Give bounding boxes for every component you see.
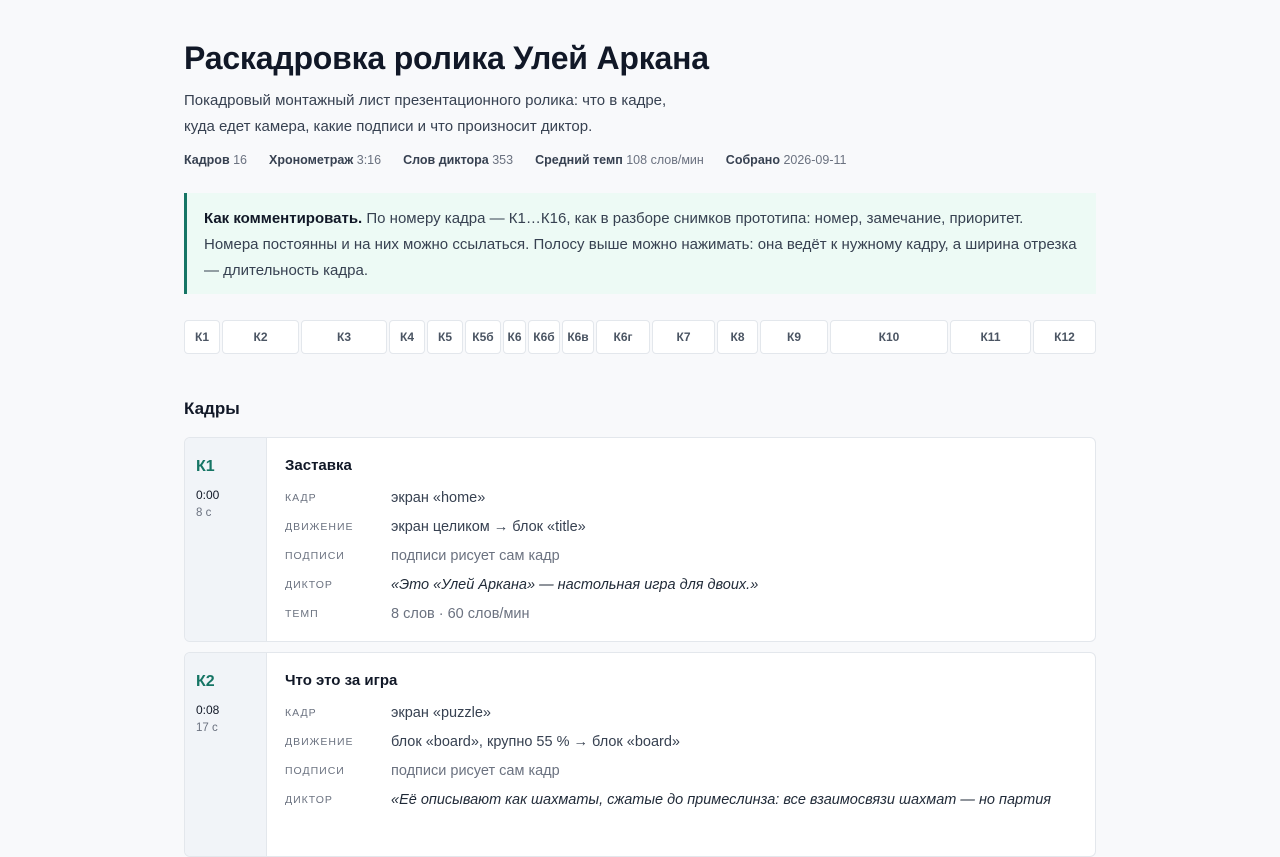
timeline-segment[interactable]: К1: [184, 320, 220, 354]
frame-row-motion: движение блок «board», крупно 55 % → бло…: [285, 727, 1077, 756]
row-label: кадр: [285, 491, 317, 504]
timeline-segment[interactable]: К6б: [528, 320, 560, 354]
row-label: подписи: [285, 764, 345, 777]
frame-start-time: 0:00: [196, 488, 220, 502]
page-subtitle: Покадровый монтажный лист презентационно…: [184, 88, 744, 140]
stat-words: Слов диктора 353: [403, 153, 514, 167]
row-value: экран «puzzle»: [391, 704, 491, 721]
page-title: Раскадровка ролика Улей Аркана: [184, 40, 709, 76]
subtitle-line: Покадровый монтажный лист презентационно…: [184, 92, 667, 109]
frame-card-body: Заставка кадр экран «home» движение экра…: [267, 438, 1095, 641]
row-label: подписи: [285, 549, 345, 562]
row-value: подписи рисует сам кадр: [391, 547, 560, 564]
frame-row-voice: диктор «Это «Улей Аркана» — настольная и…: [285, 570, 1077, 599]
timeline-segment[interactable]: К4: [389, 320, 425, 354]
comment-guide: Как комментировать. По номеру кадра — К1…: [184, 193, 1096, 294]
section-title: Кадры: [184, 399, 240, 418]
frame-card-side: К2 0:08 17 с: [185, 653, 267, 856]
frame-card-body: Что это за игра кадр экран «puzzle» движ…: [267, 653, 1095, 856]
frame-row-pace: темп 8 слов · 60 слов/мин: [285, 599, 1077, 628]
timeline-segment[interactable]: К6: [503, 320, 526, 354]
timeline-segment[interactable]: К5: [427, 320, 463, 354]
timeline-segment[interactable]: К5б: [465, 320, 501, 354]
comment-guide-lead: Как комментировать.: [204, 210, 363, 227]
frame-row-captions: подписи подписи рисует сам кадр: [285, 541, 1077, 570]
frame-id: К2: [196, 673, 215, 690]
subtitle-line: куда едет камера, какие подписи и что пр…: [184, 118, 593, 135]
stat-duration: Хронометраж 3:16: [269, 153, 382, 167]
timeline-segment[interactable]: К9: [760, 320, 828, 354]
row-value: экран «home»: [391, 489, 486, 506]
frame-title: Что это за игра: [285, 672, 398, 689]
timeline-segment[interactable]: К8: [717, 320, 758, 354]
frame-id: К1: [196, 458, 215, 475]
stat-built: Собрано 2026-09-11: [725, 153, 847, 167]
timeline-segment[interactable]: К6г: [596, 320, 650, 354]
timeline-segment[interactable]: К2: [222, 320, 299, 354]
row-value: 8 слов · 60 слов/мин: [391, 605, 530, 622]
row-label: движение: [285, 520, 354, 533]
frame-card-side: К1 0:00 8 с: [185, 438, 267, 641]
stat-pace: Средний темп 108 слов/мин: [535, 153, 704, 167]
stat-frames: Кадров 16: [184, 153, 248, 167]
row-value: «Это «Улей Аркана» — настольная игра для…: [391, 576, 759, 593]
stats-bar: Кадров 16 Хронометраж 3:16 Слов диктора …: [184, 153, 846, 167]
frame-row-frame: кадр экран «puzzle»: [285, 698, 1077, 727]
timeline-segment[interactable]: К7: [652, 320, 715, 354]
row-label: темп: [285, 607, 319, 620]
row-label: кадр: [285, 706, 317, 719]
row-value: экран целиком → блок «title»: [391, 518, 586, 535]
timeline-segment[interactable]: К3: [301, 320, 387, 354]
timeline-segment[interactable]: К6в: [562, 320, 594, 354]
row-value: блок «board», крупно 55 % → блок «board»: [391, 733, 680, 750]
frame-title: Заставка: [285, 457, 352, 474]
frame-duration: 17 с: [196, 722, 218, 734]
frame-card: К1 0:00 8 с Заставка кадр экран «home» д…: [184, 437, 1096, 642]
row-label: движение: [285, 735, 354, 748]
timeline-segment[interactable]: К12: [1033, 320, 1096, 354]
frame-row-frame: кадр экран «home»: [285, 483, 1077, 512]
frame-duration: 8 с: [196, 507, 212, 519]
frame-card: К2 0:08 17 с Что это за игра кадр экран …: [184, 652, 1096, 857]
frame-row-captions: подписи подписи рисует сам кадр: [285, 756, 1077, 785]
row-value: подписи рисует сам кадр: [391, 762, 560, 779]
frame-start-time: 0:08: [196, 703, 220, 717]
frame-row-motion: движение экран целиком → блок «title»: [285, 512, 1077, 541]
timeline-segment[interactable]: К10: [830, 320, 948, 354]
row-label: диктор: [285, 578, 333, 591]
timeline-segment[interactable]: К11: [950, 320, 1031, 354]
frame-timeline-strip: К1 К2 К3 К4 К5 К5б К6 К6б К6в К6г К7 К8 К9 К10 К11 К12: [184, 320, 1096, 354]
